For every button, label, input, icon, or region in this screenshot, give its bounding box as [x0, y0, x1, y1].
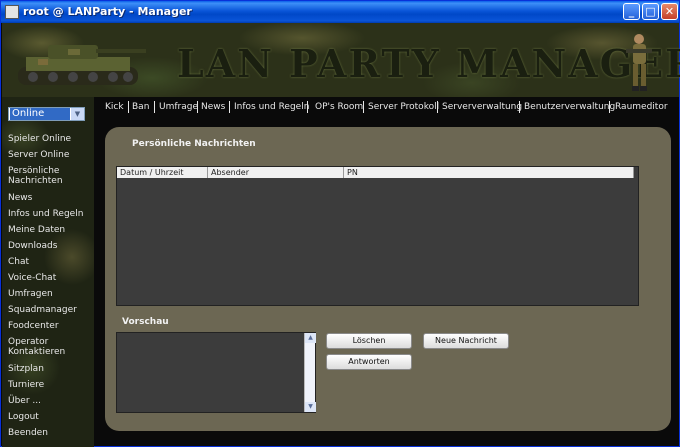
sidebar-item-umfragen[interactable]: Umfragen: [8, 289, 53, 299]
title-bar[interactable]: root @ LANParty - Manager _ □ ✕: [1, 1, 679, 23]
nav-divider: [437, 101, 438, 113]
app-window: root @ LANParty - Manager _ □ ✕ LAN PART…: [0, 0, 680, 447]
message-list[interactable]: [116, 166, 639, 306]
tank-icon: [18, 45, 146, 85]
nav-infos-regeln[interactable]: Infos und Regeln: [234, 102, 309, 112]
nav-benutzerverwaltung[interactable]: Benutzerverwaltung: [524, 102, 615, 112]
sidebar-item-nachrichten[interactable]: Nachrichten: [8, 176, 63, 186]
sidebar-item-chat[interactable]: Chat: [8, 257, 29, 267]
scroll-up-icon[interactable]: ▲: [305, 333, 316, 343]
sidebar-item-ueber[interactable]: Über ...: [8, 396, 41, 406]
sidebar-item-operator[interactable]: Operator: [8, 337, 48, 347]
banner-title: LAN PARTY MANAGER: [177, 41, 680, 86]
sidebar-item-infos-regeln[interactable]: Infos und Regeln: [8, 209, 83, 219]
delete-button[interactable]: Löschen: [326, 333, 412, 349]
sidebar-item-downloads[interactable]: Downloads: [8, 241, 57, 251]
header-banner: LAN PARTY MANAGER: [2, 23, 680, 97]
sidebar-item-server-online[interactable]: Server Online: [8, 150, 69, 160]
nav-divider: [363, 101, 364, 113]
sidebar-item-spieler-online[interactable]: Spieler Online: [8, 134, 71, 144]
preview-textarea[interactable]: [116, 332, 316, 413]
nav-ops-room[interactable]: OP's Room: [315, 102, 363, 112]
nav-server-protokoll[interactable]: Server Protokoll: [368, 102, 439, 112]
sidebar-item-foodcenter[interactable]: Foodcenter: [8, 321, 59, 331]
nav-divider: [197, 101, 198, 113]
nav-news[interactable]: News: [201, 102, 225, 112]
sidebar-item-beenden[interactable]: Beenden: [8, 428, 48, 438]
new-message-button[interactable]: Neue Nachricht: [423, 333, 509, 349]
nav-divider: [229, 101, 230, 113]
sidebar-item-news[interactable]: News: [8, 193, 32, 203]
close-button[interactable]: ✕: [661, 3, 678, 20]
app-icon: [5, 5, 19, 19]
nav-serververwaltung[interactable]: Serververwaltung: [442, 102, 522, 112]
status-select-value: Online: [10, 108, 70, 120]
section-title: Persönliche Nachrichten: [132, 139, 256, 149]
sidebar-item-voice-chat[interactable]: Voice-Chat: [8, 273, 56, 283]
chevron-down-icon[interactable]: ▼: [71, 108, 84, 120]
nav-divider: [128, 101, 129, 113]
status-select[interactable]: Online ▼: [8, 107, 85, 121]
column-header-absender[interactable]: Absender: [208, 167, 344, 178]
sidebar-item-persoenliche[interactable]: Persönliche: [8, 166, 59, 176]
nav-ban[interactable]: Ban: [132, 102, 149, 112]
nav-kick[interactable]: Kick: [105, 102, 124, 112]
sidebar-item-sitzplan[interactable]: Sitzplan: [8, 364, 44, 374]
minimize-button[interactable]: _: [623, 3, 640, 20]
sidebar-item-kontaktieren[interactable]: Kontaktieren: [8, 347, 65, 357]
sidebar-item-logout[interactable]: Logout: [8, 412, 39, 422]
nav-divider: [609, 101, 610, 113]
sidebar-item-meine-daten[interactable]: Meine Daten: [8, 225, 65, 235]
nav-divider: [307, 101, 308, 113]
nav-divider: [154, 101, 155, 113]
nav-umfrage[interactable]: Umfrage: [159, 102, 198, 112]
sidebar-item-squadmanager[interactable]: Squadmanager: [8, 305, 77, 315]
column-header-pn[interactable]: PN: [344, 167, 634, 178]
sidebar-item-turniere[interactable]: Turniere: [8, 380, 44, 390]
soldier-icon: [626, 34, 652, 91]
nav-divider: [519, 101, 520, 113]
column-header-datum[interactable]: Datum / Uhrzeit: [117, 167, 208, 178]
window-title: root @ LANParty - Manager: [23, 5, 192, 18]
reply-button[interactable]: Antworten: [326, 354, 412, 370]
nav-raumeditor[interactable]: Raumeditor: [615, 102, 668, 112]
preview-scrollbar[interactable]: ▲ ▼: [304, 333, 316, 412]
maximize-button[interactable]: □: [642, 3, 659, 20]
preview-title: Vorschau: [122, 317, 169, 327]
scroll-down-icon[interactable]: ▼: [305, 402, 316, 412]
